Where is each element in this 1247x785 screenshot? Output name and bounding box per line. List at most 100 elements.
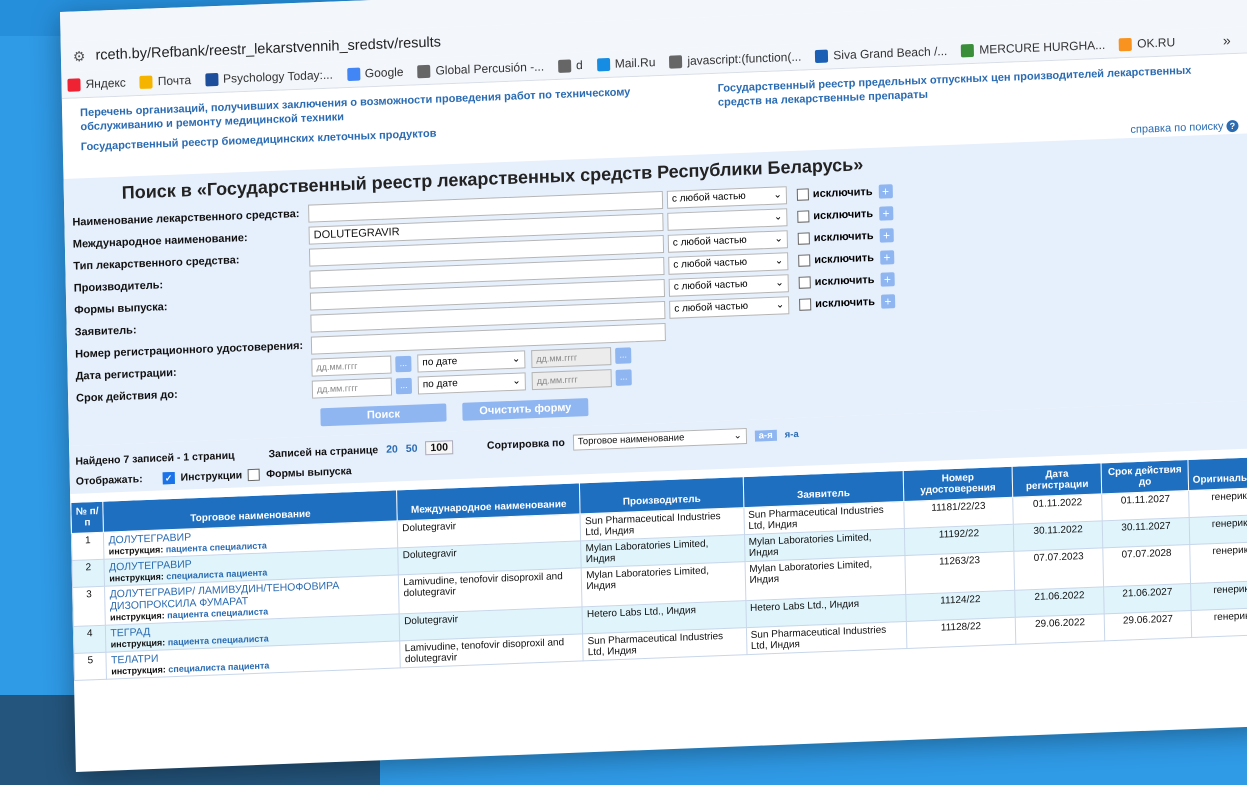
exclude-label: исключить xyxy=(813,207,874,223)
results-table: № п/п Торговое наименование Международное … xyxy=(70,456,1247,681)
sort-select[interactable]: Торговое наименование ⌄ xyxy=(572,427,747,451)
search-button[interactable]: Поиск xyxy=(320,403,447,427)
add-field-button[interactable]: + xyxy=(880,294,896,309)
sort-label: Сортировка по xyxy=(486,436,565,452)
valid-from-picker-button[interactable]: ... xyxy=(395,377,413,395)
valid-mode-select[interactable]: по дате ⌄ xyxy=(417,372,526,395)
star-icon[interactable]: ☆ xyxy=(1007,0,1023,1)
exclude-checkbox[interactable] xyxy=(797,210,810,223)
cell-inn: Lamivudine, tenofovir disoproxil and dol… xyxy=(400,633,584,668)
reg-date-from-input[interactable]: дд.мм.гггг xyxy=(311,355,392,377)
exclude-checkbox[interactable] xyxy=(797,232,810,245)
bookmark-item[interactable]: Mail.Ru xyxy=(596,55,656,71)
bookmark-item[interactable]: Psychology Today:... xyxy=(204,67,334,87)
bookmark-item[interactable]: MERCURE HURGHA... xyxy=(961,38,1105,58)
chevron-down-icon: ⌄ xyxy=(733,430,742,442)
bookmark-label: Psychology Today:... xyxy=(222,67,334,86)
bookmarks-more-button[interactable]: » xyxy=(1223,31,1247,48)
cell-original: генерик xyxy=(1188,487,1247,518)
exclude-checkbox[interactable] xyxy=(798,276,811,289)
valid-from-input[interactable]: дд.мм.гггг xyxy=(311,377,393,399)
bookmark-label: Google xyxy=(364,64,404,81)
add-field-button[interactable]: + xyxy=(878,206,894,221)
help-link-text[interactable]: справка по поиску xyxy=(1130,120,1223,136)
cell-applicant: Mylan Laboratories Limited, Индия xyxy=(744,555,906,601)
exclude-checkbox[interactable] xyxy=(796,188,809,201)
match-mode-select[interactable]: с любой частью ⌄ xyxy=(668,252,789,275)
site-settings-icon[interactable]: ⚙ xyxy=(73,48,86,65)
cell-manufacturer: Mylan Laboratories Limited, Индия xyxy=(581,561,746,607)
cell-original: генерик xyxy=(1190,607,1247,638)
instruction-label: инструкция: xyxy=(111,664,166,677)
reg-date-from-picker-button[interactable]: ... xyxy=(395,355,412,373)
yandex-icon xyxy=(67,77,81,92)
cell-number: 1 xyxy=(71,532,105,561)
google-icon xyxy=(346,67,360,81)
cell-valid-until: 29.06.2027 xyxy=(1104,610,1192,641)
sort-asc-button[interactable]: а-я xyxy=(754,429,777,442)
add-field-button[interactable]: + xyxy=(879,250,895,265)
per-page-label: Записей на странице xyxy=(268,444,379,461)
reg-date-to-input[interactable]: дд.мм.гггг xyxy=(531,347,612,369)
column-header[interactable]: Дата регистрации xyxy=(1011,462,1103,498)
browser-window: ☆ ▦ ☁ ◉ ⧉ ≡ ⤓ ⚙ rceth.by/Refbank/reestr_… xyxy=(60,0,1247,772)
cell-number: 4 xyxy=(73,625,107,654)
exclude-checkbox[interactable] xyxy=(798,254,811,267)
bookmark-label: Global Percusión -... xyxy=(435,59,545,78)
bookmark-item[interactable]: javascript:(function(... xyxy=(669,50,802,69)
instruction-label: инструкция: xyxy=(109,571,164,584)
bookmark-item[interactable]: Global Percusión -... xyxy=(417,59,544,78)
column-header[interactable]: Оригинальное xyxy=(1187,456,1247,491)
sort-desc-button[interactable]: я-а xyxy=(785,428,799,440)
per-page-20[interactable]: 20 xyxy=(386,443,398,455)
match-mode-select[interactable]: ⌄ xyxy=(667,208,788,231)
cell-number: 2 xyxy=(71,559,105,588)
reg-date-to-picker-button[interactable]: ... xyxy=(615,347,632,364)
bookmark-label: d xyxy=(575,57,583,73)
show-instructions-checkbox[interactable]: ✓ xyxy=(162,471,175,485)
cell-valid-until: 07.07.2028 xyxy=(1103,544,1191,587)
match-mode-value: с любой частью xyxy=(672,234,747,249)
clear-form-button[interactable]: Очистить форму xyxy=(462,398,589,421)
column-header[interactable]: Номер удостоверения xyxy=(903,466,1013,502)
globe-icon xyxy=(417,64,431,78)
cell-reg-date: 01.11.2022 xyxy=(1012,493,1103,525)
bookmark-item[interactable]: Почта xyxy=(139,73,191,89)
bookmark-label: Яндекс xyxy=(85,75,126,92)
match-mode-select[interactable]: с любой частью ⌄ xyxy=(667,230,788,253)
bookmark-item[interactable]: Siva Grand Beach /... xyxy=(815,44,947,63)
exclude-label: исключить xyxy=(815,295,876,311)
show-forms-label: Формы выпуска xyxy=(266,465,352,481)
per-page-100[interactable]: 100 xyxy=(425,440,454,456)
bookmark-item[interactable]: Яндекс xyxy=(67,76,126,92)
show-forms-checkbox[interactable] xyxy=(248,468,261,482)
column-header[interactable]: № п/п xyxy=(70,501,104,534)
valid-to-input[interactable]: дд.мм.гггг xyxy=(531,369,612,391)
match-mode-select[interactable]: с любой частью ⌄ xyxy=(669,296,790,319)
add-field-button[interactable]: + xyxy=(880,272,895,287)
add-field-button[interactable]: + xyxy=(879,228,894,243)
page-content: Перечень организаций, получивших заключе… xyxy=(61,53,1247,681)
exclude-label: исключить xyxy=(814,273,875,289)
exclude-checkbox[interactable] xyxy=(799,298,812,311)
reg-date-mode-select[interactable]: по дате ⌄ xyxy=(417,350,526,373)
bookmark-item[interactable]: Google xyxy=(346,64,404,81)
valid-to-picker-button[interactable]: ... xyxy=(615,369,632,386)
found-count: Найдено 7 записей - 1 страниц xyxy=(75,449,235,468)
bookmark-item[interactable]: OK.RU xyxy=(1119,35,1175,51)
cell-applicant: Sun Pharmaceutical Industries Ltd, Индия xyxy=(746,621,907,655)
match-mode-value: с любой частью xyxy=(673,256,748,271)
match-mode-select[interactable]: с любой частью ⌄ xyxy=(668,274,789,297)
search-form: Поиск в «Государственный реестр лекарств… xyxy=(63,133,1247,446)
cell-valid-until: 30.11.2027 xyxy=(1102,517,1190,548)
show-label: Отображать: xyxy=(75,473,143,488)
help-icon[interactable]: ? xyxy=(1226,119,1239,133)
mailru-icon xyxy=(596,57,610,71)
bookmark-label: Mail.Ru xyxy=(614,55,656,71)
add-field-button[interactable]: + xyxy=(878,184,893,199)
per-page-50[interactable]: 50 xyxy=(406,443,418,455)
bookmark-item[interactable]: d xyxy=(557,57,583,73)
column-header[interactable]: Срок действия до xyxy=(1101,459,1189,494)
cell-original: генерик xyxy=(1189,541,1247,584)
match-mode-select[interactable]: с любой частью ⌄ xyxy=(666,186,788,209)
